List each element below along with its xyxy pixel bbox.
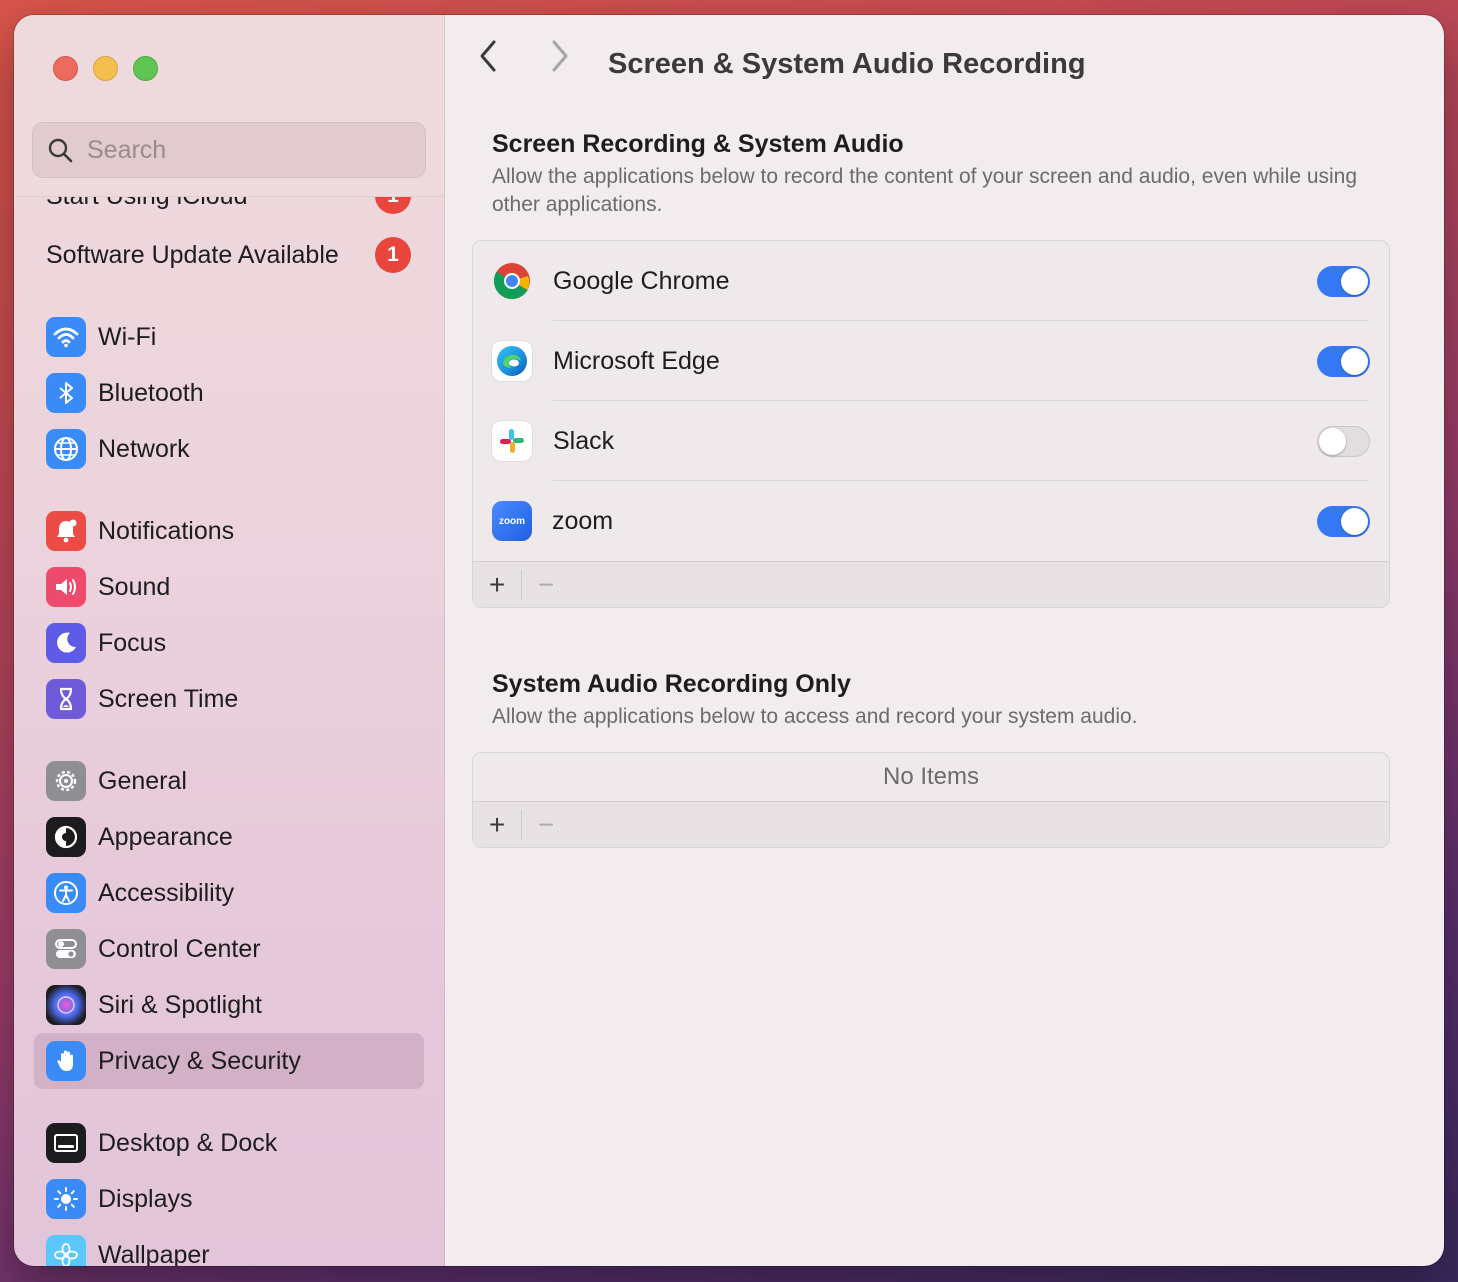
sidebar-item-displays[interactable]: Displays: [14, 1171, 444, 1227]
sidebar-item-label: Privacy & Security: [98, 1046, 301, 1075]
siri-icon: [46, 985, 86, 1025]
speaker-icon: [46, 567, 86, 607]
list-item: zoom zoom: [473, 481, 1389, 561]
app-name: Google Chrome: [553, 266, 730, 295]
sidebar-item-bluetooth[interactable]: Bluetooth: [14, 365, 444, 421]
sidebar-list: Start Using iCloud 1 Software Update Ava…: [14, 165, 444, 1266]
sidebar-item-accessibility[interactable]: Accessibility: [14, 865, 444, 921]
sidebar-item-wallpaper[interactable]: Wallpaper: [14, 1227, 444, 1266]
sidebar-item-network[interactable]: Network: [14, 421, 444, 477]
list-item: Slack: [473, 401, 1389, 481]
appearance-icon: [46, 817, 86, 857]
sidebar-item-label: Wi-Fi: [98, 322, 157, 351]
sidebar-item-label: Wallpaper: [98, 1240, 210, 1267]
list-footer: + −: [473, 561, 1389, 607]
sidebar-item-label: Software Update Available: [46, 240, 339, 269]
sidebar-item-software-update[interactable]: Software Update Available 1: [14, 227, 444, 283]
app-name: zoom: [552, 506, 614, 535]
sidebar-item-label: Sound: [98, 572, 171, 601]
wifi-icon: [46, 317, 86, 357]
zoom-button[interactable]: [133, 56, 158, 81]
toggle-knob: [1319, 427, 1346, 455]
add-app-button[interactable]: +: [473, 802, 521, 848]
moon-icon: [46, 623, 86, 663]
back-button[interactable]: [474, 36, 504, 76]
search-field[interactable]: [32, 122, 426, 178]
system-audio-app-list: No Items + −: [472, 752, 1390, 848]
toggles-icon: [46, 929, 86, 969]
zoom-icon: zoom: [492, 501, 532, 541]
bell-icon: [46, 511, 86, 551]
minimize-button[interactable]: [93, 56, 118, 81]
slack-icon: [491, 420, 533, 462]
window-controls: [53, 56, 158, 81]
zoom-icon-text: zoom: [498, 515, 526, 527]
chrome-icon: [491, 260, 533, 302]
close-button[interactable]: [53, 56, 78, 81]
list-footer: + −: [473, 801, 1389, 847]
sidebar-item-label: Siri & Spotlight: [98, 990, 262, 1019]
screen-recording-app-list: Google Chrome Microsoft Edge Slack zoom …: [472, 240, 1390, 608]
sun-icon: [46, 1179, 86, 1219]
toggle-knob: [1341, 347, 1368, 375]
bluetooth-icon: [46, 373, 86, 413]
sidebar-item-label: Displays: [98, 1184, 193, 1213]
sidebar-item-privacy-security[interactable]: Privacy & Security: [34, 1033, 424, 1089]
sidebar-item-control-center[interactable]: Control Center: [14, 921, 444, 977]
list-item: Google Chrome: [473, 241, 1389, 321]
sidebar-item-label: Desktop & Dock: [98, 1128, 278, 1157]
sidebar-item-wifi[interactable]: Wi-Fi: [14, 309, 444, 365]
flower-icon: [46, 1235, 86, 1266]
sidebar-item-focus[interactable]: Focus: [14, 615, 444, 671]
empty-list-text: No Items: [882, 763, 980, 790]
sidebar-item-label: Bluetooth: [98, 378, 204, 407]
sidebar-item-label: Accessibility: [98, 878, 235, 907]
chrome-toggle[interactable]: [1317, 265, 1370, 297]
forward-button[interactable]: [544, 36, 574, 76]
content-pane: [445, 15, 1444, 1266]
notification-badge: 1: [375, 237, 411, 273]
app-name: Microsoft Edge: [553, 346, 720, 375]
sidebar-item-appearance[interactable]: Appearance: [14, 809, 444, 865]
sidebar-item-desktop-dock[interactable]: Desktop & Dock: [14, 1115, 444, 1171]
sidebar-item-siri[interactable]: Siri & Spotlight: [14, 977, 444, 1033]
search-input[interactable]: [87, 135, 387, 165]
sidebar: Start Using iCloud 1 Software Update Ava…: [14, 15, 445, 1266]
accessibility-icon: [46, 873, 86, 913]
globe-icon: [46, 429, 86, 469]
add-app-button[interactable]: +: [473, 562, 521, 608]
edge-toggle[interactable]: [1317, 345, 1370, 377]
sidebar-item-label: Focus: [98, 628, 167, 657]
settings-window: Start Using iCloud 1 Software Update Ava…: [14, 15, 1444, 1266]
zoom-toggle[interactable]: [1317, 505, 1370, 537]
list-item: Microsoft Edge: [473, 321, 1389, 401]
edge-icon: [491, 340, 533, 382]
app-name: Slack: [553, 426, 615, 455]
toggle-knob: [1341, 507, 1368, 535]
sidebar-item-sound[interactable]: Sound: [14, 559, 444, 615]
remove-app-button[interactable]: −: [522, 562, 570, 608]
sidebar-item-label: Notifications: [98, 516, 235, 545]
sidebar-item-general[interactable]: General: [14, 753, 444, 809]
gear-icon: [46, 761, 86, 801]
toggle-knob: [1341, 267, 1368, 295]
sidebar-item-label: Network: [98, 434, 190, 463]
slack-toggle[interactable]: [1317, 425, 1370, 457]
sidebar-item-label: General: [98, 766, 187, 795]
dock-icon: [46, 1123, 86, 1163]
sidebar-item-notifications[interactable]: Notifications: [14, 503, 444, 559]
remove-app-button[interactable]: −: [522, 802, 570, 848]
hand-icon: [46, 1041, 86, 1081]
search-icon: [48, 138, 73, 163]
sidebar-item-label: Control Center: [98, 934, 261, 963]
hourglass-icon: [46, 679, 86, 719]
sidebar-item-screen-time[interactable]: Screen Time: [14, 671, 444, 727]
sidebar-item-label: Appearance: [98, 822, 233, 851]
sidebar-item-label: Screen Time: [98, 684, 239, 713]
